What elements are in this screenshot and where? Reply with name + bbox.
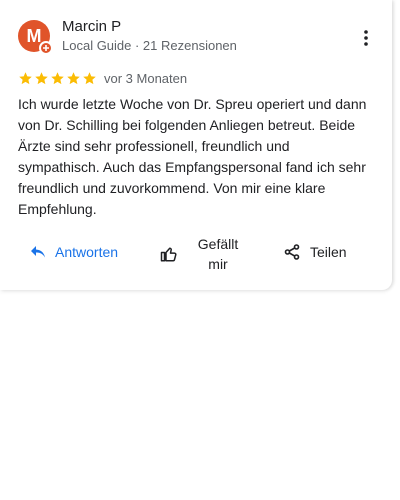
review-header: M Marcin P Local Guide · 21 Rezensionen	[18, 18, 374, 58]
reply-arrow-icon	[31, 246, 45, 258]
reply-button[interactable]: Antworten	[30, 244, 118, 260]
share-label: Teilen	[310, 244, 347, 260]
review-card: M Marcin P Local Guide · 21 Rezensionen …	[0, 0, 392, 290]
rating-row: vor 3 Monaten	[18, 70, 187, 86]
like-label: Gefällt mir	[197, 236, 239, 272]
author-name[interactable]: Marcin P	[62, 18, 121, 35]
star-rating	[18, 71, 97, 86]
share-icon	[284, 244, 300, 260]
local-guide-badge-icon	[39, 41, 53, 55]
avatar[interactable]: M	[18, 20, 53, 55]
review-actions: Antworten Gefällt mir Teilen	[18, 234, 358, 274]
thumb-up-icon	[160, 247, 177, 262]
share-button[interactable]: Teilen	[284, 244, 347, 260]
more-vert-icon[interactable]	[356, 26, 376, 50]
review-time: vor 3 Monaten	[104, 70, 188, 86]
star-icon	[67, 71, 80, 84]
reply-label: Antworten	[55, 244, 119, 260]
review-text: Ich wurde letzte Woche von Dr. Spreu ope…	[18, 96, 367, 217]
star-icon	[35, 71, 48, 84]
star-icon	[19, 71, 32, 84]
author-meta: Local Guide · 21 Rezensionen	[62, 38, 237, 53]
like-button[interactable]: Gefällt mir	[160, 234, 248, 274]
star-icon	[51, 71, 64, 84]
star-icon	[83, 71, 96, 84]
